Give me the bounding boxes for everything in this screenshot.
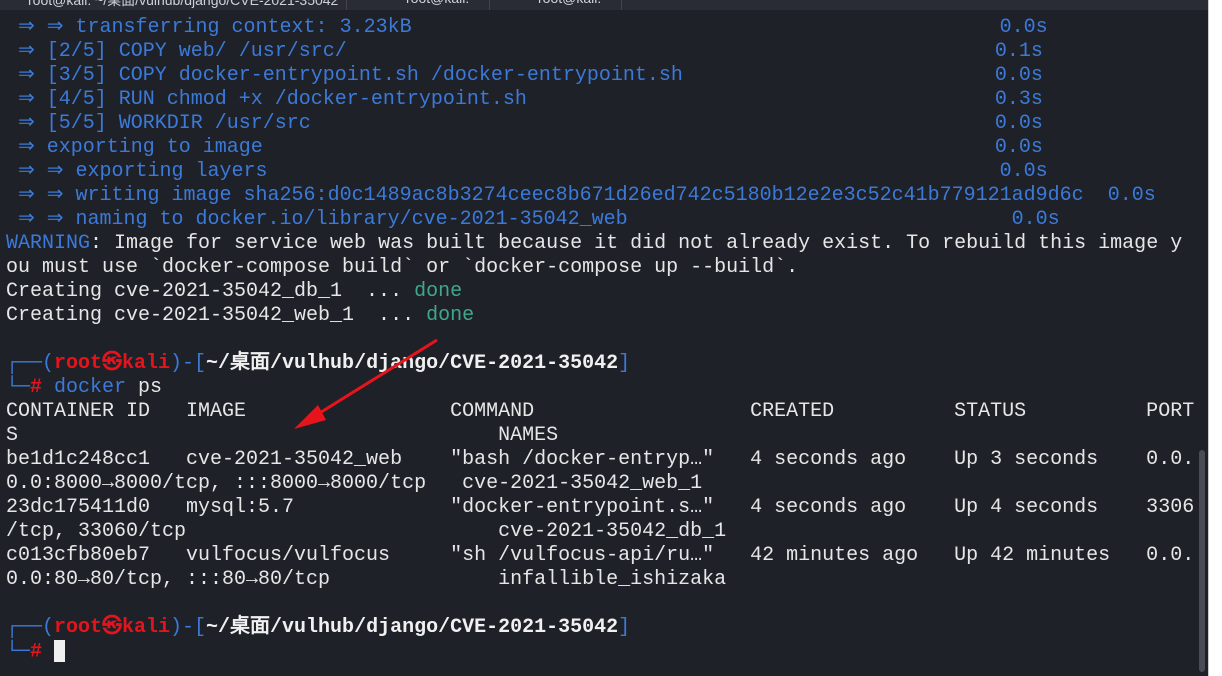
terminal-line: ⇒ ⇒ transferring context: 3.23kB 0.0s	[6, 16, 1196, 40]
prompt-user-host: #	[30, 376, 43, 399]
terminal-line: ou must use `docker-compose build` or `d…	[6, 256, 1196, 280]
terminal-tab-bar: root@kali: ~/桌面/vulhub/django/CVE-2021-3…	[0, 0, 1208, 10]
terminal-line: ⇒ ⇒ naming to docker.io/library/cve-2021…	[6, 208, 1196, 232]
text-segment: ⇒ [2/5] COPY web/ /usr/src/ 0.1s	[6, 40, 1043, 63]
text-segment: ]	[618, 616, 631, 639]
terminal-line: be1d1c248cc1 cve-2021-35042_web "bash /d…	[6, 448, 1196, 472]
tab-3[interactable]: root@kali: ~	[530, 0, 623, 10]
terminal-line: └─#	[6, 640, 1196, 664]
text-segment: 0.0:8000→8000/tcp, :::8000→8000/tcp cve-…	[6, 472, 703, 495]
terminal-output[interactable]: ⇒ ⇒ transferring context: 3.23kB 0.0s ⇒ …	[6, 16, 1196, 664]
terminal-line: /tcp, 33060/tcp cve-2021-35042_db_1	[6, 520, 1196, 544]
text-segment: ⇒ [3/5] COPY docker-entrypoint.sh /docke…	[6, 64, 1043, 87]
text-segment: ⇒ ⇒ exporting layers 0.0s	[6, 160, 1048, 183]
prompt-user-host: #	[30, 640, 43, 664]
text-segment: ~/桌面/vulhub/django/CVE-2021-35042	[206, 352, 619, 375]
text-segment: be1d1c248cc1 cve-2021-35042_web "bash /d…	[6, 448, 1195, 471]
prompt-user-host: root㉿kali	[54, 616, 171, 639]
terminal-line: S NAMES	[6, 424, 1196, 448]
terminal-line: ⇒ exporting to image 0.0s	[6, 136, 1196, 160]
text-segment: )-[	[170, 616, 207, 639]
text-segment: docker	[42, 376, 127, 399]
terminal-line: ⇒ [5/5] WORKDIR /usr/src 0.0s	[6, 112, 1196, 136]
prompt-user-host: root㉿kali	[54, 352, 171, 375]
background-window	[1208, 0, 1222, 676]
text-segment: ⇒ ⇒ naming to docker.io/library/cve-2021…	[6, 208, 1060, 231]
terminal-line: ⇒ [2/5] COPY web/ /usr/src/ 0.1s	[6, 40, 1196, 64]
text-segment: ~/桌面/vulhub/django/CVE-2021-35042	[206, 616, 619, 639]
text-segment: 0.0:80→80/tcp, :::80→80/tcp infallible_i…	[6, 568, 727, 591]
text-segment: c013cfb80eb7 vulfocus/vulfocus "sh /vulf…	[6, 544, 1195, 567]
text-segment: ⇒ [5/5] WORKDIR /usr/src 0.0s	[6, 112, 1043, 135]
terminal-line: Creating cve-2021-35042_db_1 ... done	[6, 280, 1196, 304]
terminal-line: ⇒ ⇒ writing image sha256:d0c1489ac8b3274…	[6, 184, 1196, 208]
terminal-line: c013cfb80eb7 vulfocus/vulfocus "sh /vulf…	[6, 544, 1196, 568]
tab-2[interactable]: root@kali: ~	[398, 0, 491, 10]
text-segment: ┌──(	[6, 616, 55, 639]
text-segment: S NAMES	[6, 424, 559, 447]
tab-active[interactable]: root@kali: ~/桌面/vulhub/django/CVE-2021-3…	[20, 0, 348, 10]
terminal-line: WARNING: Image for service web was built…	[6, 232, 1196, 256]
terminal-line: ┌──(root㉿kali)-[~/桌面/vulhub/django/CVE-2…	[6, 616, 1196, 640]
text-segment: Creating cve-2021-35042_db_1 ...	[6, 280, 415, 303]
terminal-line: 0.0:8000→8000/tcp, :::8000→8000/tcp cve-…	[6, 472, 1196, 496]
status-done: done	[414, 280, 463, 303]
text-segment: └─	[6, 640, 31, 664]
terminal-line: Creating cve-2021-35042_web_1 ... done	[6, 304, 1196, 328]
text-segment: Creating cve-2021-35042_web_1 ...	[6, 304, 427, 327]
terminal-line: CONTAINER ID IMAGE COMMAND CREATED STATU…	[6, 400, 1196, 424]
terminal-line: └─# docker ps	[6, 376, 1196, 400]
text-segment: WARNING	[6, 232, 91, 255]
text-segment: : Image for service web was built becaus…	[90, 232, 1183, 255]
text-segment: ⇒ [4/5] RUN chmod +x /docker-entrypoint.…	[6, 88, 1043, 111]
text-segment: /tcp, 33060/tcp cve-2021-35042_db_1	[6, 520, 727, 543]
terminal-line: 0.0:80→80/tcp, :::80→80/tcp infallible_i…	[6, 568, 1196, 592]
terminal-line: ┌──(root㉿kali)-[~/桌面/vulhub/django/CVE-2…	[6, 352, 1196, 376]
text-segment: ┌──(	[6, 352, 55, 375]
terminal-line: ⇒ ⇒ exporting layers 0.0s	[6, 160, 1196, 184]
scrollbar[interactable]	[1199, 450, 1205, 672]
terminal-line: ⇒ [3/5] COPY docker-entrypoint.sh /docke…	[6, 64, 1196, 88]
text-segment: ⇒ exporting to image 0.0s	[6, 136, 1043, 159]
text-segment: ou must use `docker-compose build` or `d…	[6, 256, 799, 279]
text-segment: └─	[6, 376, 31, 399]
terminal-line: 23dc175411d0 mysql:5.7 "docker-entrypoin…	[6, 496, 1196, 520]
status-done: done	[426, 304, 475, 327]
terminal-cursor	[54, 640, 66, 662]
text-segment: CONTAINER ID IMAGE COMMAND CREATED STATU…	[6, 400, 1195, 423]
text-segment: ]	[618, 352, 631, 375]
text-segment	[42, 640, 54, 663]
terminal-line: ⇒ [4/5] RUN chmod +x /docker-entrypoint.…	[6, 88, 1196, 112]
text-segment: )-[	[170, 352, 207, 375]
text-segment: 23dc175411d0 mysql:5.7 "docker-entrypoin…	[6, 496, 1195, 519]
text-segment: ⇒ ⇒ transferring context: 3.23kB 0.0s	[6, 16, 1048, 39]
text-segment: ⇒ ⇒ writing image sha256:d0c1489ac8b3274…	[6, 184, 1156, 207]
text-segment: ps	[126, 376, 163, 399]
